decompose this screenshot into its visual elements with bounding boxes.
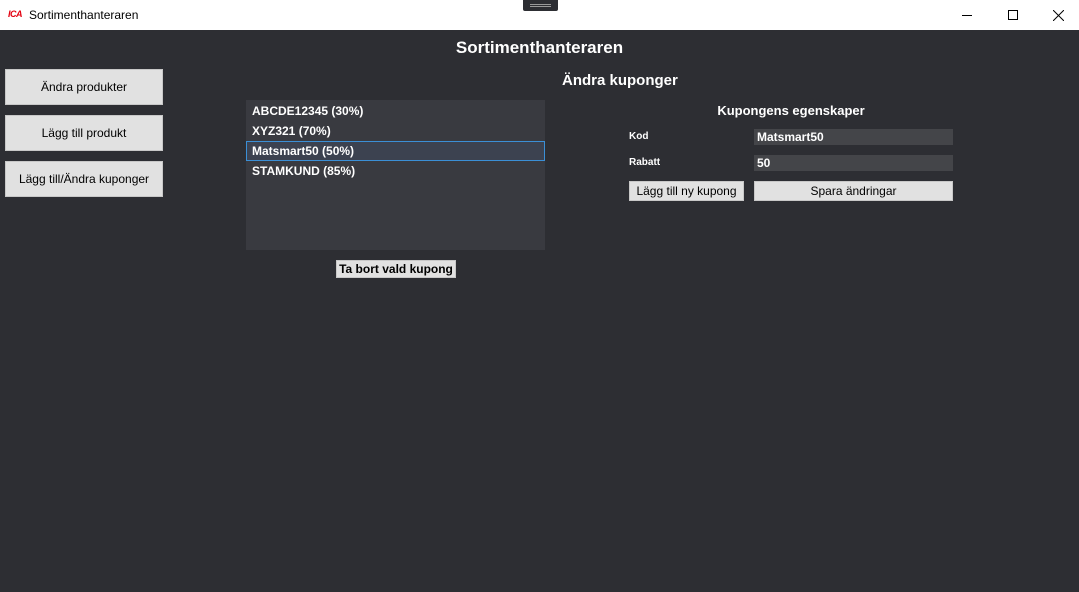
save-changes-button[interactable]: Spara ändringar (754, 181, 953, 201)
close-button[interactable] (1035, 0, 1079, 30)
minimize-icon (962, 14, 972, 16)
code-label: Kod (629, 131, 649, 142)
add-product-button[interactable]: Lägg till produkt (5, 115, 163, 151)
discount-field[interactable] (754, 155, 953, 171)
code-field[interactable] (754, 129, 953, 145)
coupon-list-item[interactable]: STAMKUND (85%) (246, 161, 545, 181)
handle-line (530, 4, 551, 5)
properties-title: Kupongens egenskaper (717, 103, 865, 118)
add-coupon-button[interactable]: Lägg till ny kupong (629, 181, 744, 201)
window-title: Sortimenthanteraren (29, 8, 139, 22)
minimize-button[interactable] (944, 0, 990, 30)
discount-label: Rabatt (629, 157, 661, 168)
coupon-list-item[interactable]: ABCDE12345 (30%) (246, 101, 545, 121)
coupon-list[interactable]: ABCDE12345 (30%) XYZ321 (70%) Matsmart50… (246, 100, 545, 250)
coupon-list-item-selected[interactable]: Matsmart50 (50%) (246, 141, 545, 161)
coupon-list-item[interactable]: XYZ321 (70%) (246, 121, 545, 141)
edit-products-button[interactable]: Ändra produkter (5, 69, 163, 105)
app-logo-icon: ICA (8, 9, 23, 19)
handle-line (530, 6, 551, 7)
maximize-button[interactable] (990, 0, 1036, 30)
remove-coupon-button[interactable]: Ta bort vald kupong (336, 260, 456, 278)
close-icon (1052, 9, 1064, 21)
page-title: Sortimenthanteraren (455, 38, 624, 57)
section-title: Ändra kuponger (562, 72, 678, 89)
coupons-button[interactable]: Lägg till/Ändra kuponger (5, 161, 163, 197)
drag-handle[interactable] (523, 0, 558, 11)
maximize-icon (1008, 10, 1018, 20)
